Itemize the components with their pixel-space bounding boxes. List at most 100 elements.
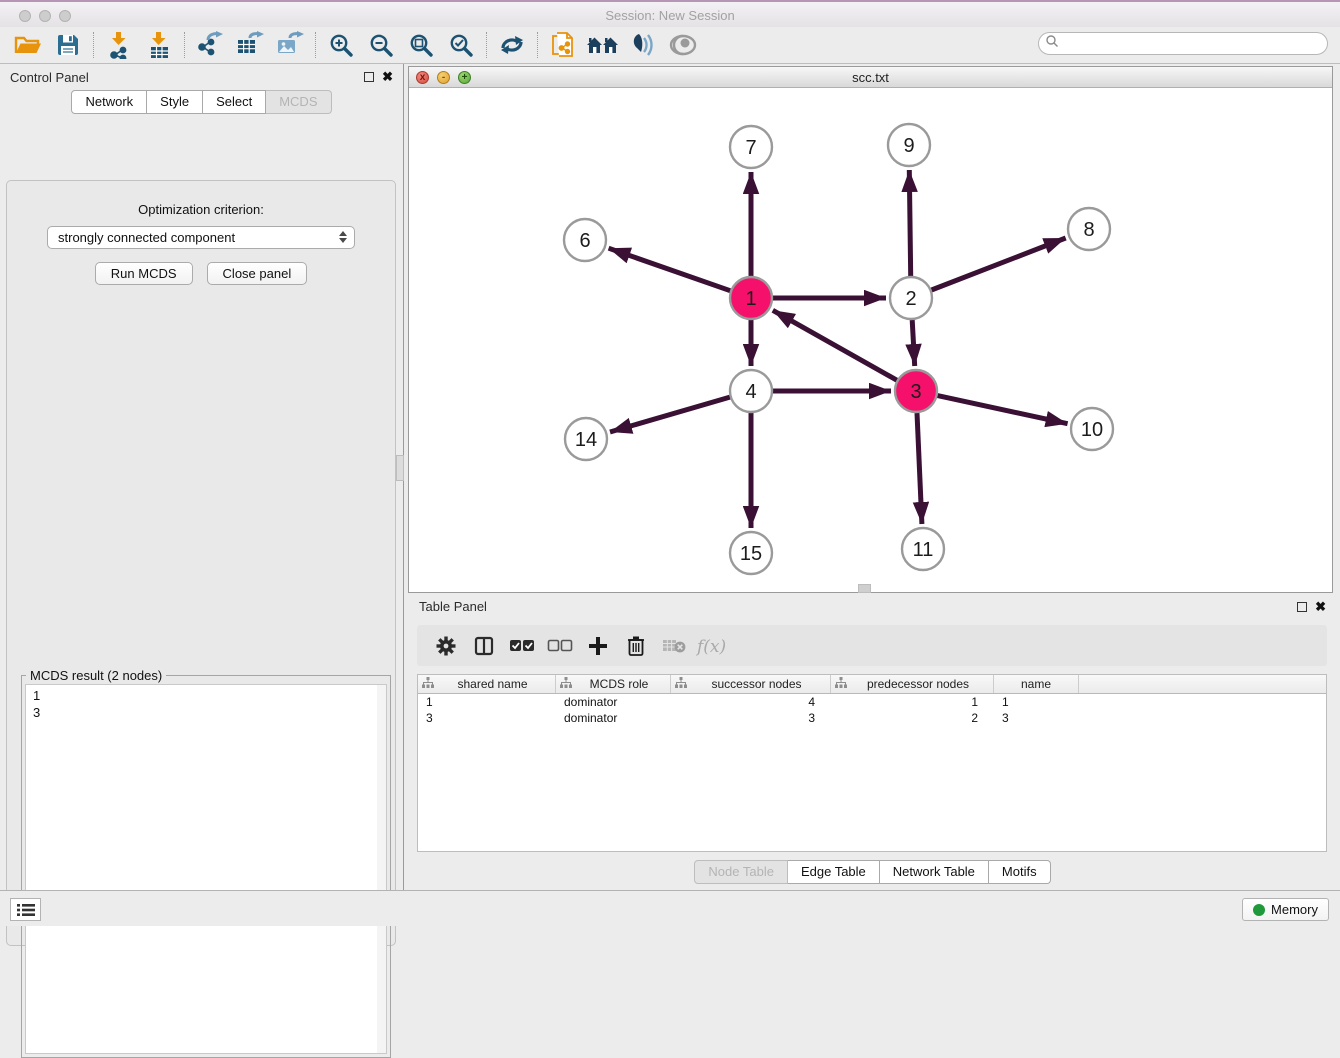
result-scrollbar[interactable] (377, 685, 386, 1053)
clone-network-icon[interactable] (543, 29, 583, 61)
hierarchy-icon (422, 677, 434, 691)
add-column-icon[interactable] (579, 629, 617, 663)
graph-node-9[interactable]: 9 (888, 124, 930, 166)
svg-text:4: 4 (745, 381, 756, 403)
tab-network[interactable]: Network (71, 90, 147, 114)
delete-table-icon (655, 629, 693, 663)
run-mcds-button[interactable]: Run MCDS (95, 262, 193, 285)
apply-layout-icon[interactable] (492, 29, 532, 61)
import-network-icon[interactable] (99, 29, 139, 61)
tab-network-table[interactable]: Network Table (880, 860, 989, 884)
hierarchy-icon (675, 677, 687, 691)
graph-node-4[interactable]: 4 (730, 370, 772, 412)
memory-label: Memory (1271, 902, 1318, 917)
zoom-in-icon[interactable] (321, 29, 361, 61)
svg-text:8: 8 (1083, 219, 1094, 241)
import-table-icon[interactable] (139, 29, 179, 61)
cell-predecessor-nodes: 1 (831, 694, 994, 710)
export-network-icon[interactable] (190, 29, 230, 61)
status-bar: Memory (0, 890, 1340, 926)
tab-select[interactable]: Select (203, 90, 266, 114)
first-neighbors-icon[interactable] (583, 29, 623, 61)
cell-MCDS-role: dominator (556, 710, 671, 726)
vertical-splitter-handle[interactable] (396, 455, 404, 481)
tab-style[interactable]: Style (147, 90, 203, 114)
toolbar-separator (537, 32, 538, 58)
horizontal-splitter-handle[interactable] (858, 584, 871, 593)
column-visibility-icon[interactable] (465, 629, 503, 663)
cell-predecessor-nodes: 2 (831, 710, 994, 726)
svg-text:1: 1 (745, 288, 756, 310)
open-session-icon[interactable] (8, 29, 48, 61)
search-input[interactable] (1059, 37, 1327, 51)
tab-mcds[interactable]: MCDS (266, 90, 331, 114)
zoom-selected-icon[interactable] (441, 29, 481, 61)
close-panel-icon[interactable]: ✖ (382, 72, 393, 82)
column-header-MCDS-role[interactable]: MCDS role (556, 675, 671, 693)
svg-text:14: 14 (575, 429, 597, 451)
search-field[interactable] (1038, 32, 1328, 55)
graph-node-14[interactable]: 14 (565, 418, 607, 460)
export-image-icon[interactable] (270, 29, 310, 61)
export-table-icon[interactable] (230, 29, 270, 61)
table-row[interactable]: 1dominator411 (418, 694, 1326, 710)
close-table-panel-icon[interactable]: ✖ (1315, 602, 1326, 612)
graph-node-6[interactable]: 6 (564, 219, 606, 261)
memory-status-icon (1253, 904, 1265, 916)
graph-node-7[interactable]: 7 (730, 126, 772, 168)
graph-node-15[interactable]: 15 (730, 532, 772, 574)
cell-name: 1 (994, 694, 1079, 710)
hierarchy-icon (835, 677, 847, 691)
show-hide-icon[interactable] (663, 29, 703, 61)
hierarchy-icon (560, 677, 572, 691)
graph-node-2[interactable]: 2 (890, 277, 932, 319)
delete-column-icon[interactable] (617, 629, 655, 663)
tab-motifs[interactable]: Motifs (989, 860, 1051, 884)
graph-node-11[interactable]: 11 (902, 528, 944, 570)
save-session-icon[interactable] (48, 29, 88, 61)
column-header-predecessor-nodes[interactable]: predecessor nodes (831, 675, 994, 693)
cell-name: 3 (994, 710, 1079, 726)
zoom-fit-icon[interactable] (401, 29, 441, 61)
tab-node-table[interactable]: Node Table (694, 860, 788, 884)
graph-node-1[interactable]: 1 (730, 277, 772, 319)
apply-style-icon[interactable] (623, 29, 663, 61)
graph-node-10[interactable]: 10 (1071, 408, 1113, 450)
zoom-out-icon[interactable] (361, 29, 401, 61)
toolbar-separator (315, 32, 316, 58)
control-panel: Control Panel ✖ NetworkStyleSelectMCDS O… (0, 64, 404, 890)
table-panel: Table Panel ✖ f(x) shared nameMCDS roles… (405, 594, 1340, 890)
table-header-row: shared nameMCDS rolesuccessor nodesprede… (418, 675, 1326, 694)
svg-text:10: 10 (1081, 419, 1103, 441)
search-icon (1045, 34, 1059, 53)
deselect-all-icon[interactable] (541, 629, 579, 663)
select-all-icon[interactable] (503, 629, 541, 663)
float-table-panel-icon[interactable] (1297, 602, 1307, 612)
svg-text:11: 11 (913, 539, 934, 561)
mcds-result-textarea[interactable]: 1 3 (25, 684, 387, 1054)
function-builder-icon: f(x) (693, 629, 731, 663)
memory-button[interactable]: Memory (1242, 898, 1329, 921)
close-panel-button[interactable]: Close panel (207, 262, 308, 285)
svg-text:6: 6 (579, 230, 590, 252)
graph-node-8[interactable]: 8 (1068, 208, 1110, 250)
optimization-criterion-label: Optimization criterion: (7, 202, 395, 217)
column-header-name[interactable]: name (994, 675, 1079, 693)
network-window-titlebar[interactable]: x - + scc.txt (409, 67, 1332, 88)
toolbar-separator (486, 32, 487, 58)
node-table[interactable]: shared nameMCDS rolesuccessor nodesprede… (417, 674, 1327, 852)
task-history-button[interactable] (10, 898, 41, 921)
column-header-successor-nodes[interactable]: successor nodes (671, 675, 831, 693)
tab-edge-table[interactable]: Edge Table (788, 860, 880, 884)
network-window-title: scc.txt (409, 70, 1332, 85)
float-panel-icon[interactable] (364, 72, 374, 82)
mcds-result-lines: 1 3 (26, 685, 386, 721)
graph-node-3[interactable]: 3 (895, 370, 937, 412)
criterion-dropdown[interactable]: strongly connected component (47, 226, 355, 249)
column-header-shared-name[interactable]: shared name (418, 675, 556, 693)
table-settings-icon[interactable] (427, 629, 465, 663)
table-row[interactable]: 3dominator323 (418, 710, 1326, 726)
network-canvas[interactable]: 7 9 6 8 1 2 4 3 14 10 15 11 (409, 88, 1332, 592)
svg-text:15: 15 (740, 543, 762, 565)
network-graph: 7 9 6 8 1 2 4 3 14 10 15 11 (409, 88, 1332, 592)
